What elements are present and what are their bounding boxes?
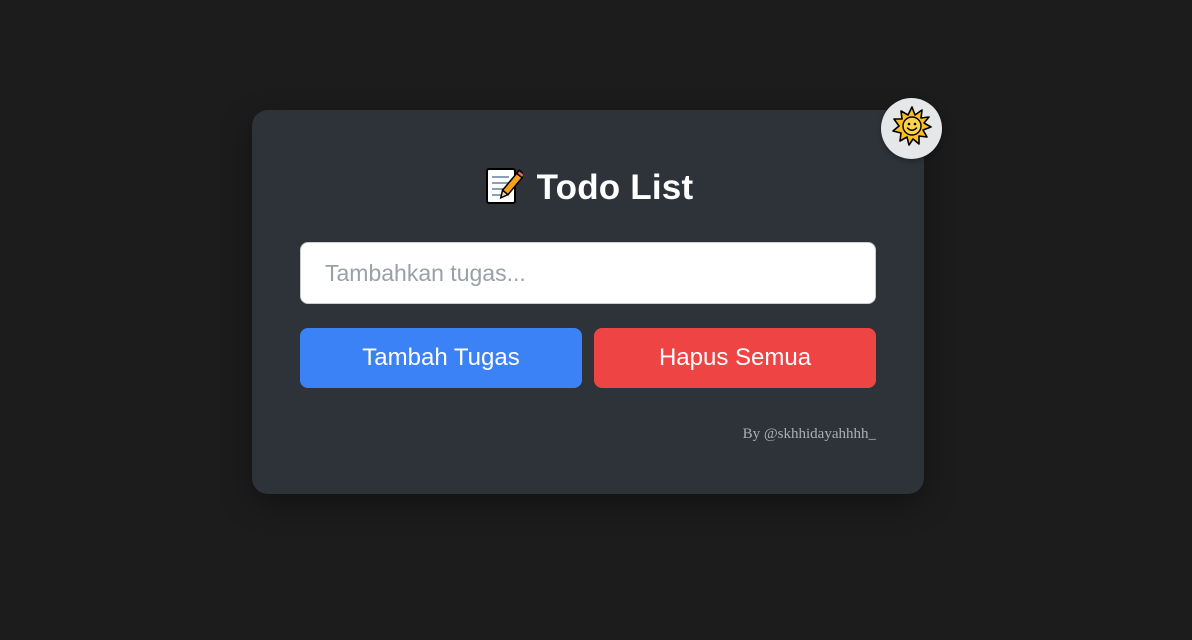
todo-card: Todo List Tambah Tugas Hapus Semua By @s… — [252, 110, 924, 494]
task-input[interactable] — [300, 242, 876, 304]
header: Todo List — [252, 166, 924, 210]
theme-toggle-button[interactable] — [881, 98, 942, 159]
author-credit: By @skhhidayahhhh_ — [742, 426, 876, 442]
add-task-button[interactable]: Tambah Tugas — [300, 328, 582, 388]
sun-icon — [891, 106, 932, 151]
memo-icon — [483, 166, 526, 211]
clear-all-button[interactable]: Hapus Semua — [594, 328, 876, 388]
page-title: Todo List — [536, 168, 694, 207]
